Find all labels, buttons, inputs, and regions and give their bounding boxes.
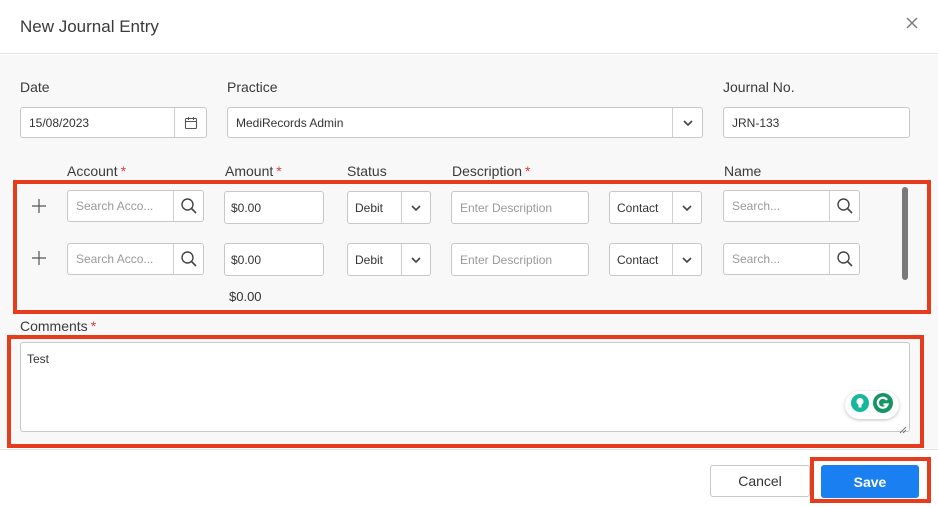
required-mark: * — [525, 163, 531, 179]
practice-label: Practice — [227, 79, 278, 95]
amount-value: $0.00 — [231, 252, 262, 267]
date-label: Date — [20, 79, 50, 95]
description-placeholder: Enter Description — [460, 252, 553, 267]
account-header-text: Account — [67, 163, 118, 179]
search-icon[interactable] — [173, 191, 203, 221]
save-button[interactable]: Save — [821, 465, 919, 498]
dialog-header: New Journal Entry — [0, 0, 938, 54]
description-input[interactable]: Enter Description — [451, 243, 589, 276]
practice-select[interactable]: MediRecords Admin — [227, 107, 703, 138]
account-search-input[interactable]: Search Acco... — [67, 243, 204, 275]
name-type-value: Contact — [617, 200, 659, 215]
name-search-input[interactable]: Search... — [723, 190, 860, 222]
account-search-placeholder: Search Acco... — [76, 199, 154, 213]
calendar-icon[interactable] — [174, 108, 206, 137]
comments-label: Comments * — [20, 318, 96, 334]
dialog-footer: Cancel Save — [0, 449, 938, 508]
status-select[interactable]: Debit — [347, 243, 431, 276]
amount-header: Amount * — [225, 163, 282, 179]
dialog-title: New Journal Entry — [20, 17, 159, 36]
close-icon[interactable] — [904, 15, 920, 31]
add-row-icon[interactable] — [31, 198, 47, 214]
account-header: Account * — [67, 163, 126, 179]
search-icon[interactable] — [173, 244, 203, 274]
status-header: Status — [347, 163, 387, 179]
account-search-input[interactable]: Search Acco... — [67, 190, 204, 222]
cancel-button[interactable]: Cancel — [710, 465, 810, 497]
chevron-down-icon[interactable] — [672, 244, 701, 275]
status-select[interactable]: Debit — [347, 191, 431, 224]
journal-no-value: JRN-133 — [732, 115, 780, 130]
chevron-down-icon[interactable] — [401, 192, 430, 223]
table-scrollbar[interactable] — [902, 187, 908, 289]
comments-textarea[interactable]: Test — [20, 342, 910, 434]
search-icon[interactable] — [829, 191, 859, 221]
amount-value: $0.00 — [231, 200, 262, 215]
journal-no-field[interactable]: JRN-133 — [723, 107, 910, 138]
grammarly-icon[interactable] — [872, 392, 894, 419]
amount-field[interactable]: $0.00 — [224, 191, 324, 224]
chevron-down-icon[interactable] — [672, 192, 701, 223]
account-search-placeholder: Search Acco... — [76, 252, 154, 266]
required-mark: * — [90, 318, 97, 334]
name-type-value: Contact — [617, 252, 659, 267]
journal-no-label: Journal No. — [723, 79, 795, 95]
status-value: Debit — [355, 200, 384, 215]
amount-total: $0.00 — [229, 289, 262, 304]
description-header-text: Description — [452, 163, 523, 179]
required-mark: * — [120, 163, 127, 179]
comments-label-text: Comments — [20, 318, 88, 334]
required-mark: * — [276, 163, 282, 179]
description-input[interactable]: Enter Description — [451, 191, 589, 224]
description-header: Description * — [452, 163, 530, 179]
description-placeholder: Enter Description — [460, 200, 553, 215]
add-row-icon[interactable] — [31, 250, 47, 266]
comments-value: Test — [27, 352, 50, 366]
name-search-placeholder: Search... — [732, 199, 781, 213]
name-type-select[interactable]: Contact — [609, 191, 702, 224]
search-icon[interactable] — [829, 244, 859, 274]
name-type-select[interactable]: Contact — [609, 243, 702, 276]
grammarly-widget[interactable] — [845, 391, 899, 419]
status-value: Debit — [355, 252, 384, 267]
lightbulb-icon[interactable] — [850, 393, 870, 418]
scrollbar-thumb[interactable] — [902, 187, 908, 280]
name-search-placeholder: Search... — [732, 252, 781, 266]
practice-value: MediRecords Admin — [236, 115, 344, 130]
chevron-down-icon[interactable] — [672, 108, 702, 137]
date-value: 15/08/2023 — [29, 115, 90, 130]
amount-header-text: Amount — [225, 163, 274, 179]
amount-field[interactable]: $0.00 — [224, 243, 324, 276]
name-header: Name — [724, 163, 762, 179]
name-search-input[interactable]: Search... — [723, 243, 860, 275]
chevron-down-icon[interactable] — [401, 244, 430, 275]
resize-handle-icon[interactable] — [899, 421, 907, 434]
date-field[interactable]: 15/08/2023 — [20, 107, 207, 138]
